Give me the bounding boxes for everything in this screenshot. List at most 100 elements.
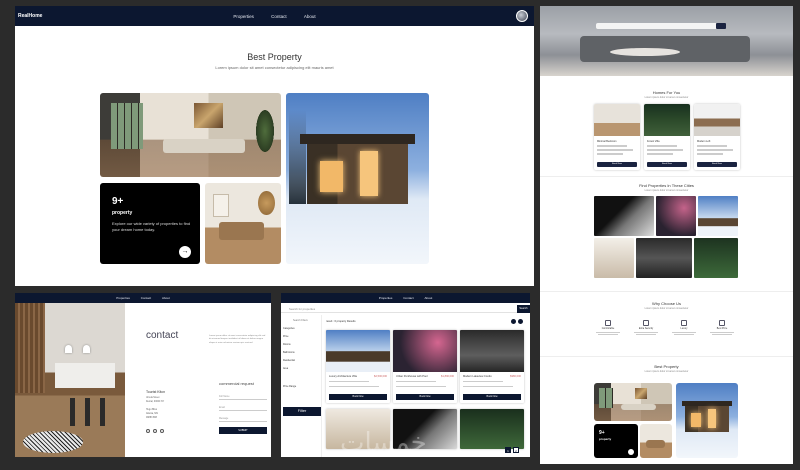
interior-photo: [640, 424, 672, 458]
living-room-photo: [594, 383, 672, 421]
section-subtitle: Lorem ipsum dolor sit amet consectetur a…: [215, 65, 334, 70]
top-navbar: Properties Contact About: [15, 293, 271, 303]
book-now-button[interactable]: Book Now: [396, 394, 454, 400]
hero-search-input[interactable]: [596, 23, 726, 29]
book-now-button[interactable]: Book Now: [597, 162, 637, 167]
homes-for-you-subtitle: Lorem ipsum dolor sit amet consectetur: [644, 96, 689, 99]
nav-link-properties[interactable]: Properties: [233, 14, 254, 19]
hero-banner: [540, 6, 793, 76]
stat-label: property: [112, 210, 133, 216]
nav-link-contact[interactable]: Contact: [271, 14, 287, 19]
city-photo[interactable]: [594, 196, 654, 236]
best-property-subtitle: Lorem ipsum dolor sit amet consectetur: [644, 370, 689, 373]
stat-description: Explore our wide variety of properties t…: [112, 221, 191, 232]
modern-house-photo: [286, 93, 429, 264]
instagram-icon[interactable]: [153, 429, 157, 433]
grid-view-icon[interactable]: [511, 319, 516, 324]
message-field[interactable]: Message: [219, 416, 267, 422]
office-line: Atlanta, MN: [146, 413, 158, 415]
submit-button[interactable]: SUBMIT: [219, 427, 267, 434]
shield-icon: [643, 320, 649, 326]
nav-links: Properties Contact About: [15, 14, 534, 19]
interior-photo: [205, 183, 281, 264]
best-property-title: Best Property: [654, 364, 679, 369]
top-navbar: RealHome Properties Contact About: [15, 6, 534, 26]
section-title: Best Property: [247, 52, 302, 62]
list-view-icon[interactable]: [518, 319, 523, 324]
contact-paragraph: Lorem ipsum dolor sit amet consectetur a…: [209, 335, 266, 344]
living-room-photo: [100, 93, 281, 177]
user-avatar[interactable]: [516, 10, 528, 22]
tag-icon: [719, 320, 725, 326]
twitter-icon[interactable]: [160, 429, 164, 433]
office-line: Ursula Street: [146, 397, 160, 399]
city-photo[interactable]: [698, 196, 738, 236]
stat-number: 9+: [112, 196, 124, 207]
email-field[interactable]: Email: [219, 405, 267, 411]
book-now-button[interactable]: Book Now: [647, 162, 687, 167]
watermark-logo: خمسات: [340, 428, 427, 458]
sidebar-item[interactable]: Residential: [283, 359, 295, 362]
sidebar-item[interactable]: Area: [283, 367, 288, 370]
property-stat-card: 9+ property: [594, 424, 638, 458]
contact-title: contact: [146, 330, 179, 341]
top-navbar: Properties Contact About: [281, 293, 530, 303]
search-button[interactable]: Search: [517, 305, 530, 313]
arrow-right-icon[interactable]: [628, 449, 634, 455]
screenshot-collage: RealHome Properties Contact About Best P…: [0, 0, 800, 470]
city-photo[interactable]: [694, 238, 738, 278]
home-card[interactable]: Forest Villa Book Now: [644, 104, 690, 170]
feature-luxury: Luxury: [670, 320, 698, 340]
feature-comfort: Comfortable: [594, 320, 622, 340]
cities-subtitle: Lorem ipsum dolor sit amet consectetur: [644, 189, 689, 192]
nav-link-properties[interactable]: Properties: [379, 296, 393, 300]
book-now-button[interactable]: Book Now: [697, 162, 737, 167]
listing-card[interactable]: [460, 409, 524, 449]
feature-price: Best Price: [708, 320, 736, 340]
search-bar: [281, 305, 530, 313]
sidebar-item[interactable]: Price: [283, 335, 288, 338]
facebook-icon[interactable]: [146, 429, 150, 433]
arrow-right-icon[interactable]: →: [179, 246, 191, 258]
filter-button[interactable]: Filter: [283, 407, 321, 416]
why-choose-subtitle: Lorem ipsum dolor sit amet consectetur: [644, 307, 689, 310]
nav-link-properties[interactable]: Properties: [116, 296, 130, 300]
sofa-icon: [605, 320, 611, 326]
nav-link-about[interactable]: About: [304, 14, 316, 19]
kitchen-photo: [15, 303, 125, 457]
page-1-button[interactable]: 1: [505, 447, 511, 453]
book-now-button[interactable]: Book Now: [463, 394, 521, 400]
nav-link-contact[interactable]: Contact: [403, 296, 413, 300]
page-2-button[interactable]: 2: [513, 447, 519, 453]
listing-card[interactable]: Urban Penthouse with Pool $1,890,000 Boo…: [393, 330, 457, 403]
city-photo[interactable]: [656, 196, 696, 236]
city-photo[interactable]: [636, 238, 692, 278]
home-card[interactable]: Modern Loft Book Now: [694, 104, 740, 170]
home-page-long: Homes For You Lorem ipsum dolor sit amet…: [540, 6, 793, 464]
hero-search-button[interactable]: [716, 23, 726, 29]
sidebar-item[interactable]: Categories: [283, 327, 295, 330]
best-property-page: RealHome Properties Contact About Best P…: [15, 6, 534, 286]
feature-security: Extra Security: [632, 320, 660, 340]
sidebar-title: Search Filters: [293, 319, 308, 322]
book-now-button[interactable]: Book Now: [329, 394, 387, 400]
result-count: result : 6 property Results: [326, 320, 356, 323]
cities-title: Find Properties In These Cities: [639, 183, 694, 188]
modern-house-photo: [676, 383, 738, 458]
nav-link-about[interactable]: About: [424, 296, 432, 300]
form-title: commercial request: [219, 381, 254, 386]
nav-link-about[interactable]: About: [162, 296, 170, 300]
nav-link-contact[interactable]: Contact: [141, 296, 151, 300]
listing-card[interactable]: Luxury Architecture Villa $2,500,000 Boo…: [326, 330, 390, 403]
contact-page: Properties Contact About contact Lorem i…: [15, 293, 271, 457]
sidebar-item[interactable]: Bathrooms: [283, 351, 295, 354]
home-card[interactable]: Minimal Bedroom Book Now: [594, 104, 640, 170]
city-photo[interactable]: [594, 238, 634, 278]
sidebar-item[interactable]: Rooms: [283, 343, 291, 346]
search-input[interactable]: Search for properties: [289, 307, 315, 311]
office-title: Tourist Kitcn: [146, 390, 166, 394]
sidebar-item[interactable]: Price Range: [283, 385, 296, 388]
name-field[interactable]: Full Name: [219, 394, 267, 400]
listing-card[interactable]: Modern Lakeview Condo $980,000 Book Now: [460, 330, 524, 403]
office-line: Dental, 00000 NY: [146, 401, 165, 403]
